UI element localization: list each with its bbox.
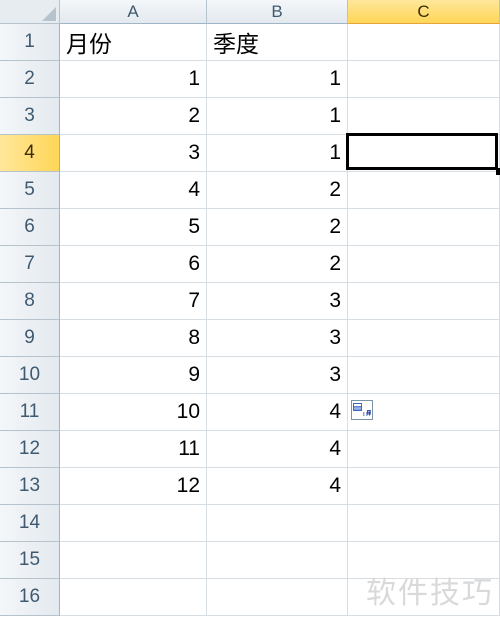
cell-C5[interactable]: [348, 172, 500, 209]
row-header-10[interactable]: 10: [0, 357, 60, 394]
cell-B4[interactable]: 1: [207, 135, 348, 172]
cell-A3[interactable]: 2: [60, 98, 207, 135]
cell-C7[interactable]: [348, 246, 500, 283]
cell-C1[interactable]: [348, 24, 500, 61]
cell-C4[interactable]: [348, 135, 500, 172]
cell-A12[interactable]: 11: [60, 431, 207, 468]
row-header-1[interactable]: 1: [0, 24, 60, 61]
cell-B15[interactable]: [207, 542, 348, 579]
cell-C8[interactable]: [348, 283, 500, 320]
row-header-8[interactable]: 8: [0, 283, 60, 320]
cell-B10[interactable]: 3: [207, 357, 348, 394]
autofill-options-icon: [353, 403, 371, 417]
cell-C16[interactable]: [348, 579, 500, 616]
cell-B14[interactable]: [207, 505, 348, 542]
row-header-4[interactable]: 4: [0, 135, 60, 172]
cell-A13[interactable]: 12: [60, 468, 207, 505]
cell-C13[interactable]: [348, 468, 500, 505]
column-header-A[interactable]: A: [60, 0, 207, 24]
column-header-C[interactable]: C: [348, 0, 500, 24]
cell-A1[interactable]: 月份: [60, 24, 207, 61]
cell-B2[interactable]: 1: [207, 61, 348, 98]
cell-B8[interactable]: 3: [207, 283, 348, 320]
cell-A4[interactable]: 3: [60, 135, 207, 172]
row-header-13[interactable]: 13: [0, 468, 60, 505]
row-header-14[interactable]: 14: [0, 505, 60, 542]
row-header-15[interactable]: 15: [0, 542, 60, 579]
cell-A14[interactable]: [60, 505, 207, 542]
cell-A10[interactable]: 9: [60, 357, 207, 394]
cell-A15[interactable]: [60, 542, 207, 579]
cell-B11[interactable]: 4: [207, 394, 348, 431]
cell-C14[interactable]: [348, 505, 500, 542]
cell-C12[interactable]: [348, 431, 500, 468]
cell-B16[interactable]: [207, 579, 348, 616]
select-all-triangle-icon: [42, 7, 56, 21]
cell-A2[interactable]: 1: [60, 61, 207, 98]
row-header-5[interactable]: 5: [0, 172, 60, 209]
cell-A8[interactable]: 7: [60, 283, 207, 320]
cell-A9[interactable]: 8: [60, 320, 207, 357]
row-header-16[interactable]: 16: [0, 579, 60, 616]
cell-B7[interactable]: 2: [207, 246, 348, 283]
row-header-11[interactable]: 11: [0, 394, 60, 431]
cell-B5[interactable]: 2: [207, 172, 348, 209]
cell-A7[interactable]: 6: [60, 246, 207, 283]
cell-B12[interactable]: 4: [207, 431, 348, 468]
row-header-2[interactable]: 2: [0, 61, 60, 98]
cell-B13[interactable]: 4: [207, 468, 348, 505]
select-all-corner[interactable]: [0, 0, 60, 24]
cell-C9[interactable]: [348, 320, 500, 357]
row-header-12[interactable]: 12: [0, 431, 60, 468]
row-header-7[interactable]: 7: [0, 246, 60, 283]
cell-C6[interactable]: [348, 209, 500, 246]
cell-A11[interactable]: 10: [60, 394, 207, 431]
cell-B9[interactable]: 3: [207, 320, 348, 357]
row-header-9[interactable]: 9: [0, 320, 60, 357]
autofill-options-button[interactable]: [351, 400, 373, 420]
cell-C2[interactable]: [348, 61, 500, 98]
cell-C3[interactable]: [348, 98, 500, 135]
row-header-6[interactable]: 6: [0, 209, 60, 246]
cell-B1[interactable]: 季度: [207, 24, 348, 61]
cell-C15[interactable]: [348, 542, 500, 579]
cell-B6[interactable]: 2: [207, 209, 348, 246]
spreadsheet-grid[interactable]: ABC 12345678910111213141516 月份季度11213142…: [0, 0, 500, 618]
row-header-3[interactable]: 3: [0, 98, 60, 135]
column-header-B[interactable]: B: [207, 0, 348, 24]
cell-B3[interactable]: 1: [207, 98, 348, 135]
cell-A16[interactable]: [60, 579, 207, 616]
cell-A6[interactable]: 5: [60, 209, 207, 246]
cell-C10[interactable]: [348, 357, 500, 394]
cell-A5[interactable]: 4: [60, 172, 207, 209]
